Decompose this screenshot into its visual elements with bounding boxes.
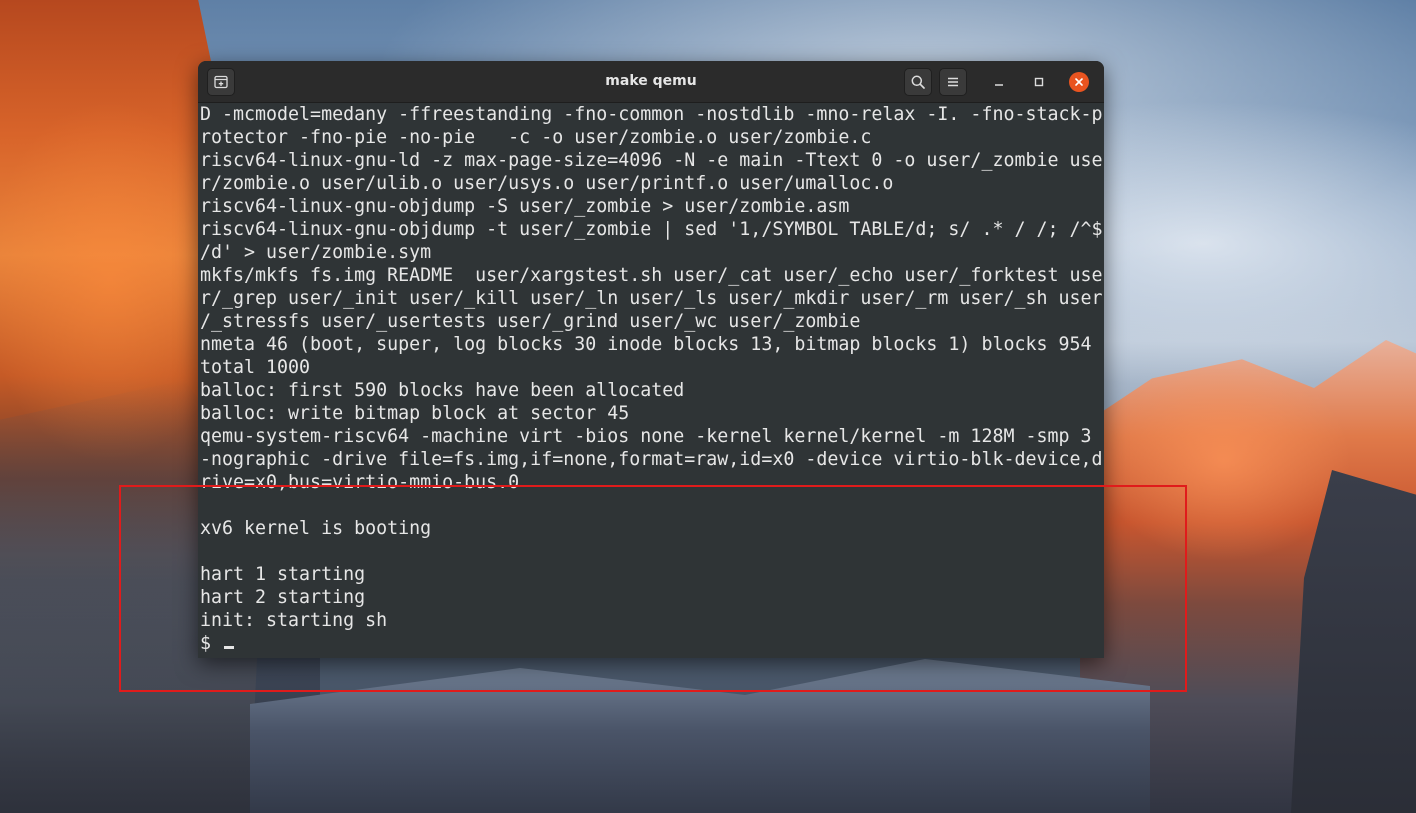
window-title: make qemu	[605, 73, 697, 89]
search-button[interactable]	[904, 68, 932, 96]
wallpaper-valley	[250, 659, 1150, 813]
terminal-line: -nographic -drive file=fs.img,if=none,fo…	[200, 449, 1103, 470]
terminal-line: riscv64-linux-gnu-ld -z max-page-size=40…	[200, 150, 1103, 171]
terminal-line: /d' > user/zombie.sym	[200, 242, 432, 263]
terminal-line: r/zombie.o user/ulib.o user/usys.o user/…	[200, 173, 894, 194]
search-icon	[911, 75, 925, 89]
terminal-line: init: starting sh	[200, 610, 388, 631]
close-button-circle	[1069, 72, 1089, 92]
terminal-line: riscv64-linux-gnu-objdump -t user/_zombi…	[200, 219, 1103, 240]
minimize-button[interactable]	[985, 68, 1013, 96]
new-tab-button[interactable]	[207, 68, 235, 96]
terminal-line: hart 1 starting	[200, 564, 366, 585]
close-button[interactable]	[1065, 68, 1093, 96]
terminal-line: r/_grep user/_init user/_kill user/_ln u…	[200, 288, 1103, 309]
terminal-line: riscv64-linux-gnu-objdump -S user/_zombi…	[200, 196, 850, 217]
shell-prompt-line[interactable]: $	[200, 632, 1104, 655]
new-tab-icon	[214, 75, 228, 89]
terminal-line: xv6 kernel is booting	[200, 518, 432, 539]
window-titlebar[interactable]: make qemu	[198, 61, 1104, 103]
terminal-line: balloc: write bitmap block at sector 45	[200, 403, 630, 424]
shell-prompt: $	[200, 633, 223, 654]
terminal-line: D -mcmodel=medany -ffreestanding -fno-co…	[200, 104, 1103, 125]
terminal-line: qemu-system-riscv64 -machine virt -bios …	[200, 426, 1092, 447]
terminal-line: rotector -fno-pie -no-pie -c -o user/zom…	[200, 127, 872, 148]
terminal-line: total 1000	[200, 357, 311, 378]
terminal-line: rive=x0,bus=virtio-mmio-bus.0	[200, 472, 520, 493]
terminal-line: /_stressfs user/_usertests user/_grind u…	[200, 311, 861, 332]
close-icon	[1075, 78, 1083, 86]
menu-button[interactable]	[939, 68, 967, 96]
terminal-line: hart 2 starting	[200, 587, 366, 608]
terminal-output[interactable]: D -mcmodel=medany -ffreestanding -fno-co…	[198, 103, 1104, 658]
minimize-icon	[995, 84, 1003, 86]
terminal-line: nmeta 46 (boot, super, log blocks 30 ino…	[200, 334, 1092, 355]
hamburger-menu-icon	[948, 77, 958, 87]
text-cursor	[224, 646, 235, 649]
maximize-button[interactable]	[1025, 68, 1053, 96]
terminal-line: mkfs/mkfs fs.img README user/xargstest.s…	[200, 265, 1103, 286]
terminal-line: balloc: first 590 blocks have been alloc…	[200, 380, 685, 401]
terminal-window[interactable]: make qemu D -mcmodel=medany -ffreestandi…	[198, 61, 1104, 658]
maximize-icon	[1034, 77, 1044, 87]
